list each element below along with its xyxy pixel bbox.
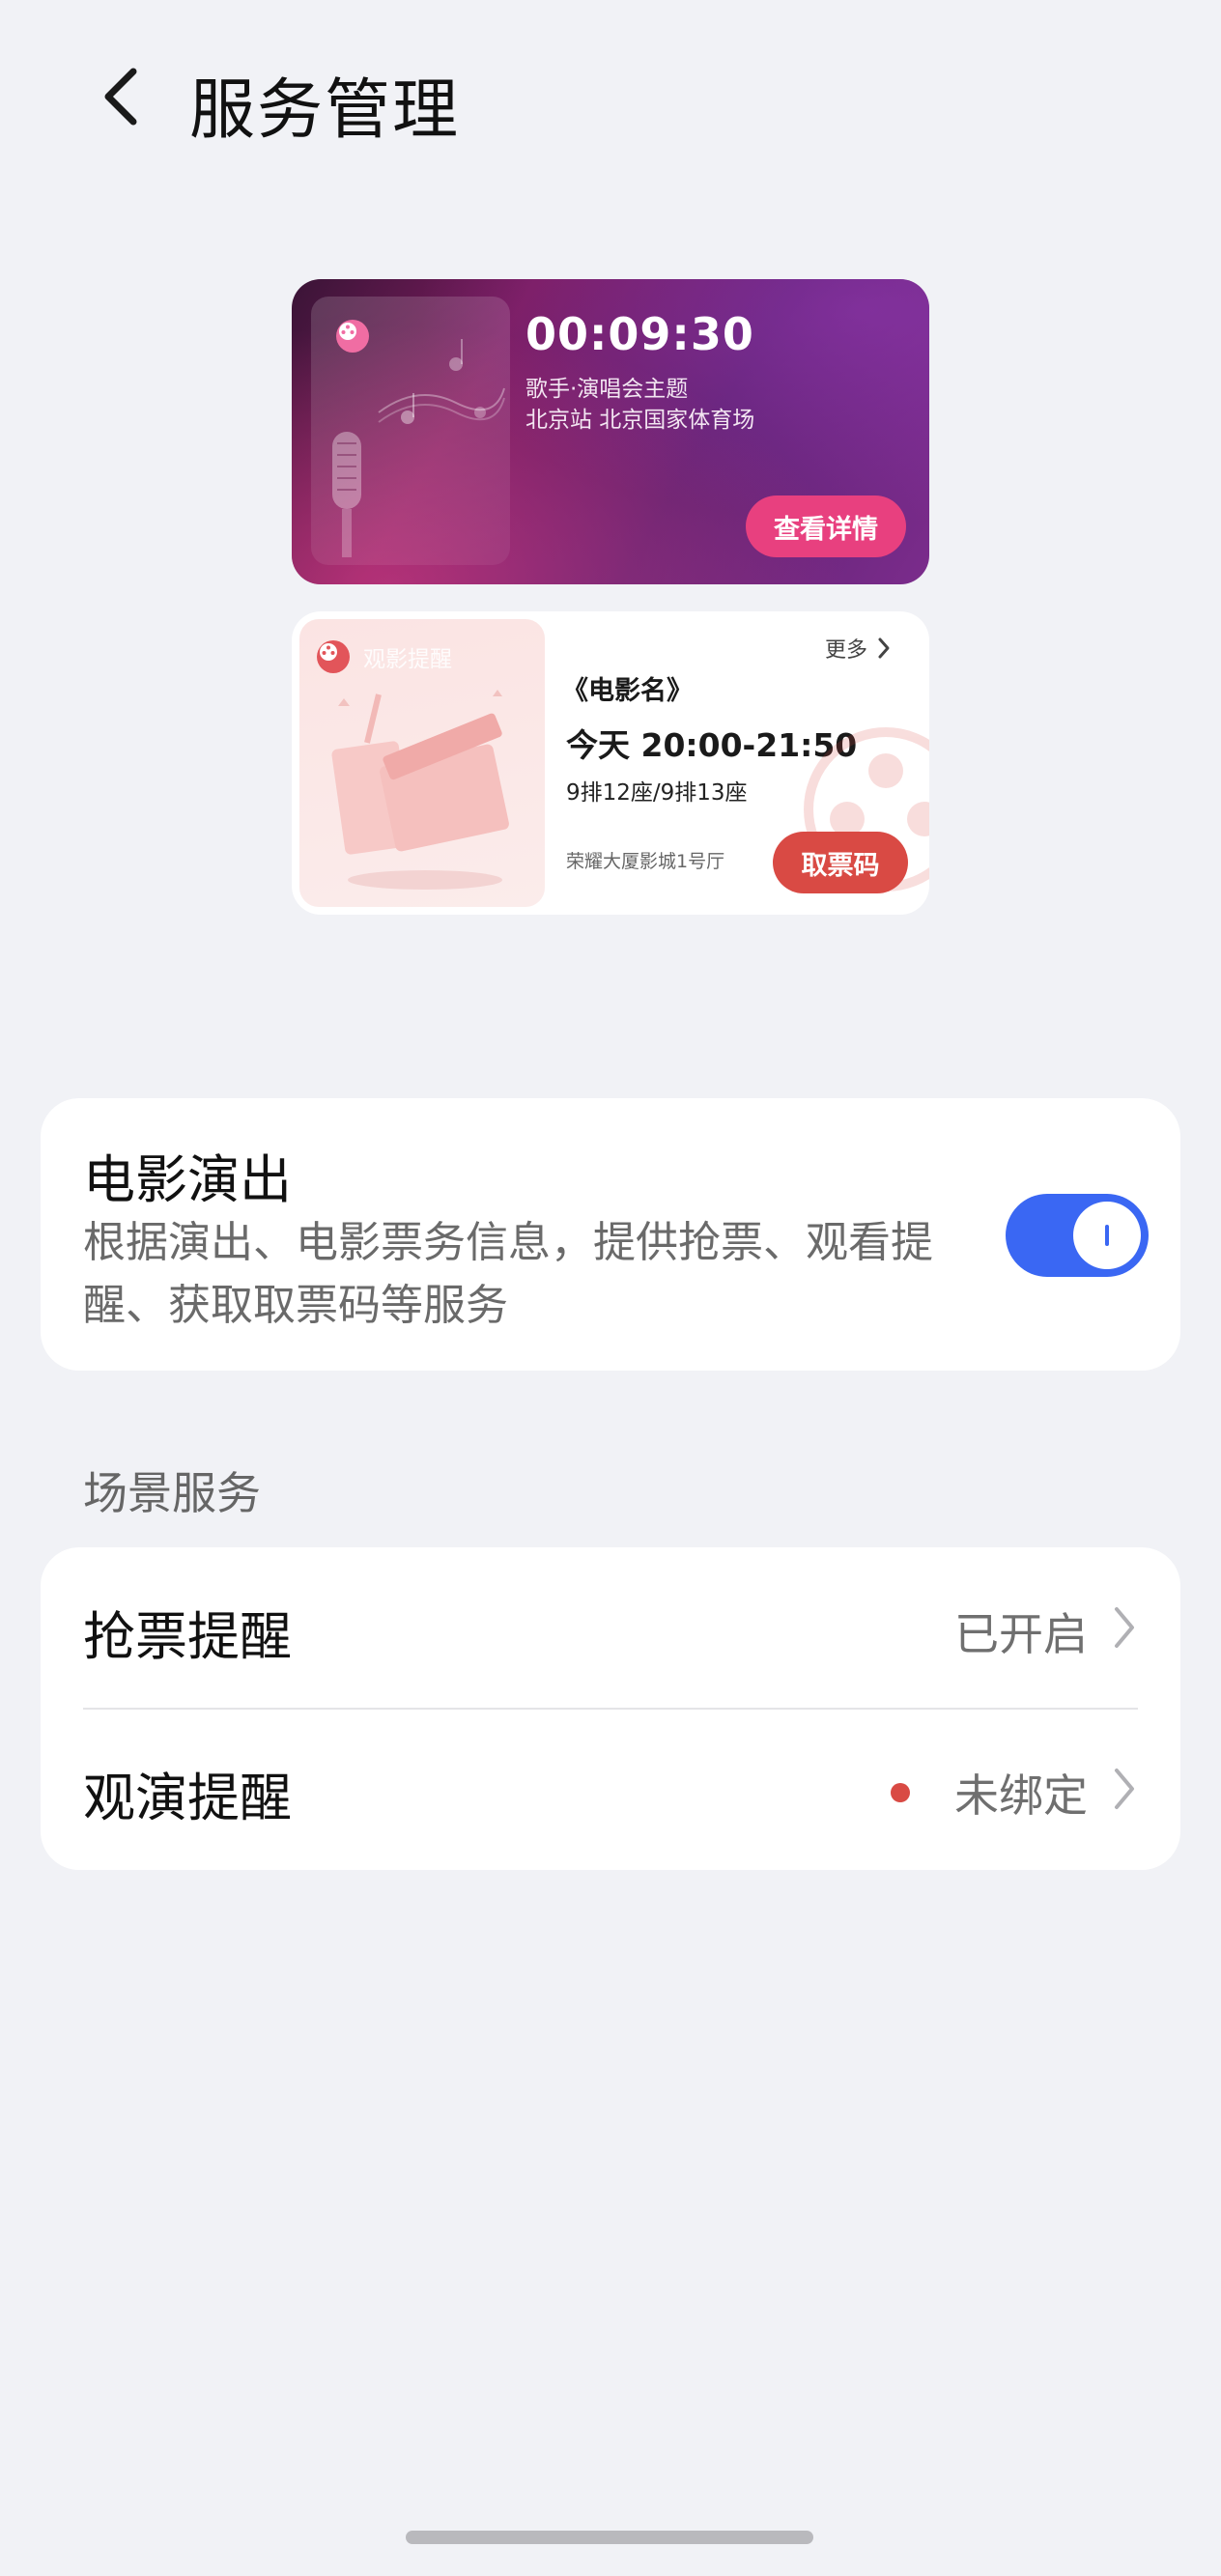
movie-cinema: 荣耀大厦影城1号厅 [566,851,725,872]
header: 服务管理 [0,0,1221,193]
home-indicator[interactable] [406,2531,813,2544]
concert-subtitle: 歌手·演唱会主题 [525,377,689,402]
more-link[interactable]: 更多 [825,633,893,664]
concert-countdown: 00:09:30 [525,308,754,360]
service-title: 电影演出 [83,1149,292,1210]
view-details-button[interactable]: 查看详情 [746,495,906,557]
chevron-right-icon [1111,1765,1138,1813]
show-reminder-row[interactable]: 观演提醒 未绑定 [41,1709,1180,1869]
row-label: 观演提醒 [83,1768,292,1828]
chevron-left-icon [104,68,137,126]
movie-preview-card: 观影提醒 更多 《电影名》 今天 20:00-21:50 9排12座/9排13座… [292,611,929,915]
concert-preview-card: 00:09:30 歌手·演唱会主题 北京站 北京国家体育场 查看详情 [292,279,929,584]
service-description: 根据演出、电影票务信息，提供抢票、观看提醒、获取取票码等服务 [83,1218,933,1330]
row-label: 抢票提醒 [83,1606,292,1667]
movie-seats: 9排12座/9排13座 [566,780,748,806]
chevron-right-icon [878,637,890,659]
toggle-knob [1073,1202,1141,1269]
movie-tag: 观影提醒 [363,647,452,672]
chevron-right-icon [1111,1603,1138,1652]
concert-illustration [311,297,510,565]
service-card: 电影演出 根据演出、电影票务信息，提供抢票、观看提醒、获取取票码等服务 [41,1098,1180,1371]
movie-logo-icon [317,640,350,673]
concert-logo-icon [336,320,369,353]
row-value: 未绑定 [954,1769,1088,1822]
unbound-status-dot [891,1783,910,1802]
service-toggle[interactable] [1006,1194,1149,1277]
section-label: 场景服务 [83,1467,261,1519]
movie-name: 《电影名》 [562,676,693,706]
ticket-code-button[interactable]: 取票码 [773,832,908,893]
page-title: 服务管理 [189,72,461,149]
concert-venue: 北京站 北京国家体育场 [525,408,755,433]
back-button[interactable] [89,58,156,135]
scene-services-card: 抢票提醒 已开启 观演提醒 未绑定 [41,1547,1180,1870]
movie-illustration: 观影提醒 [299,619,545,907]
ticket-grab-reminder-row[interactable]: 抢票提醒 已开启 [41,1547,1180,1708]
more-label: 更多 [825,638,868,663]
row-value: 已开启 [954,1608,1088,1660]
